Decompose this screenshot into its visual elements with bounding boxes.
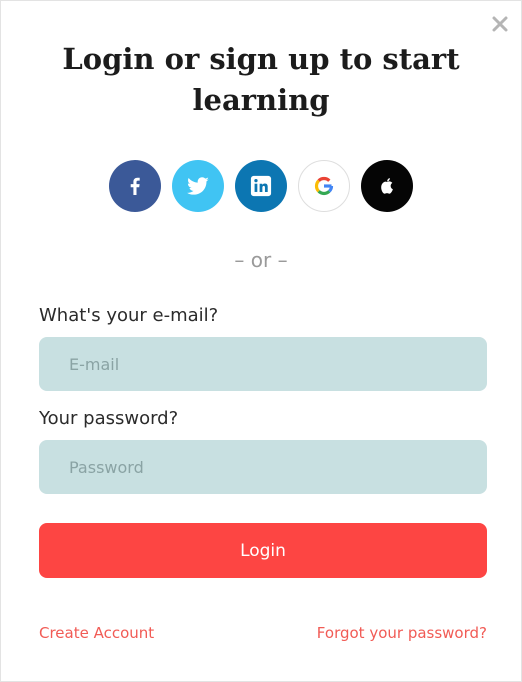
facebook-login-button[interactable] — [109, 160, 161, 212]
or-divider: – or – — [234, 248, 288, 272]
google-login-button[interactable] — [298, 160, 350, 212]
modal-title: Login or sign up to start learning — [62, 42, 460, 117]
login-modal: Login or sign up to start learning – or … — [0, 0, 522, 682]
email-field[interactable] — [39, 337, 487, 391]
apple-login-button[interactable] — [361, 160, 413, 212]
linkedin-login-button[interactable] — [235, 160, 287, 212]
google-icon — [314, 176, 334, 196]
linkedin-icon — [250, 175, 272, 197]
email-label: What's your e-mail? — [39, 305, 219, 326]
close-button[interactable] — [491, 15, 509, 33]
login-button[interactable]: Login — [39, 523, 487, 578]
password-field[interactable] — [39, 440, 487, 494]
facebook-icon — [130, 177, 140, 195]
twitter-login-button[interactable] — [172, 160, 224, 212]
social-login-group — [109, 160, 413, 212]
forgot-password-link[interactable]: Forgot your password? — [317, 623, 487, 643]
close-icon — [492, 16, 508, 32]
password-label: Your password? — [39, 408, 179, 429]
create-account-link[interactable]: Create Account — [39, 623, 154, 643]
apple-icon — [381, 178, 393, 194]
twitter-icon — [186, 177, 209, 195]
